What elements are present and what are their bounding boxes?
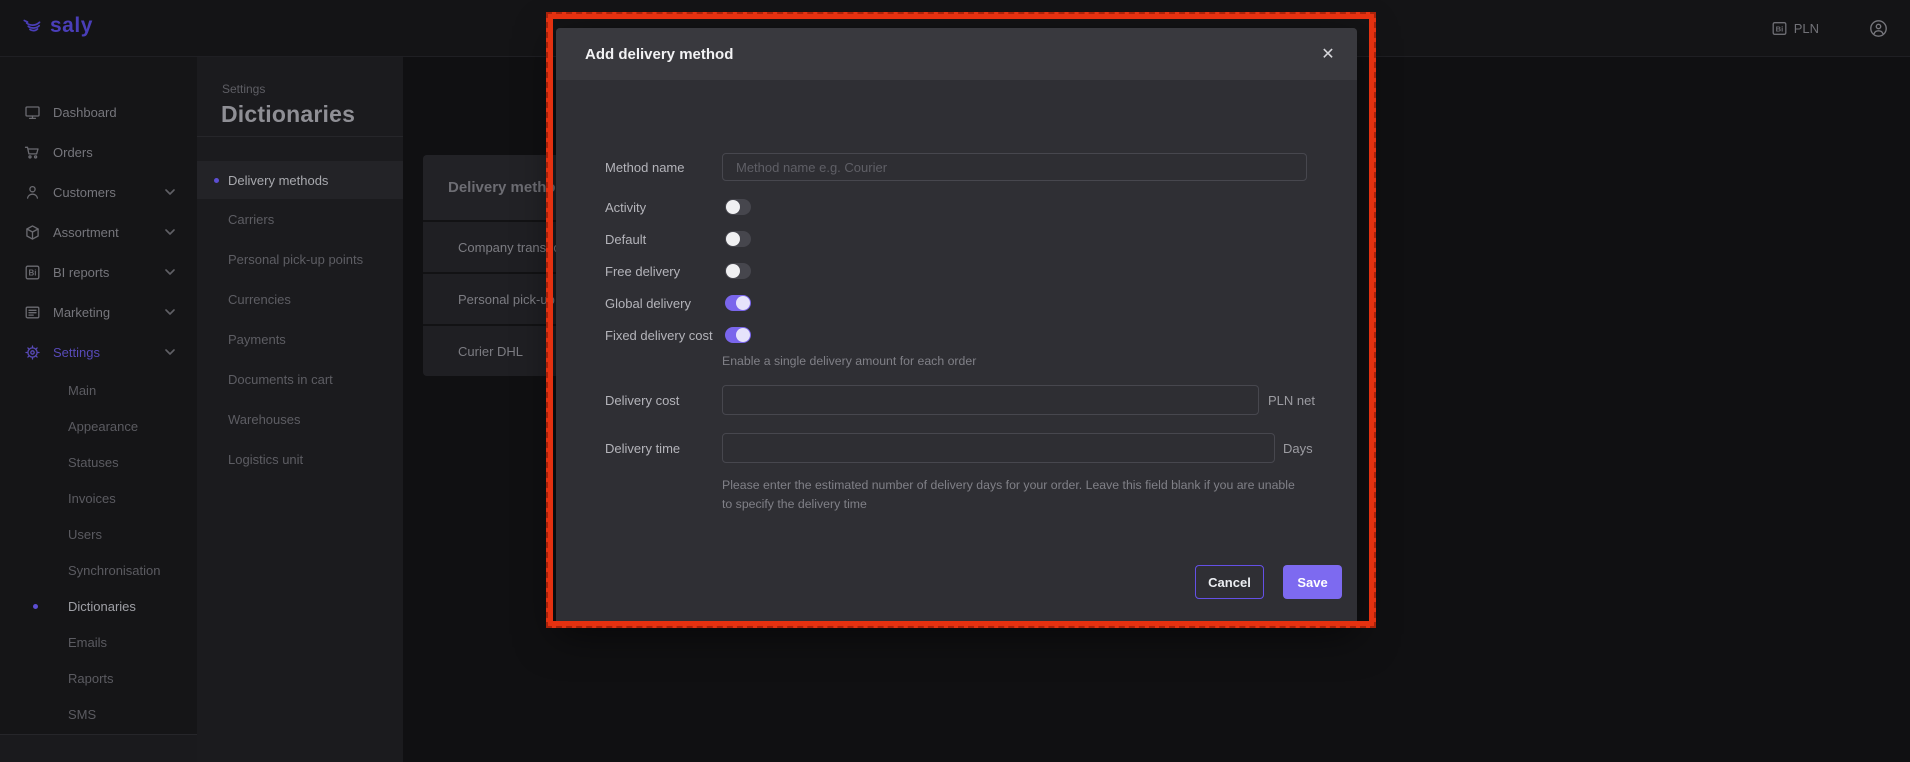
fixed-delivery-cost-toggle[interactable]: [725, 327, 751, 343]
cancel-button[interactable]: Cancel: [1195, 565, 1264, 599]
fixed-cost-hint: Enable a single delivery amount for each…: [722, 352, 976, 371]
toggle-knob: [726, 264, 740, 278]
modal-header: Add delivery method ✕: [556, 28, 1357, 80]
delivery-cost-input[interactable]: [722, 385, 1259, 415]
delivery-cost-label: Delivery cost: [605, 393, 679, 408]
toggle-knob: [726, 200, 740, 214]
toggle-label: Default: [605, 232, 646, 247]
modal-title: Add delivery method: [585, 28, 733, 80]
toggle-label: Activity: [605, 200, 646, 215]
toggle-knob: [736, 296, 750, 310]
activity-toggle[interactable]: [725, 199, 751, 215]
close-icon[interactable]: ✕: [1315, 41, 1341, 67]
toggle-knob: [736, 328, 750, 342]
toggle-label: Fixed delivery cost: [605, 328, 713, 343]
delivery-time-hint: Please enter the estimated number of del…: [722, 476, 1307, 514]
save-button[interactable]: Save: [1283, 565, 1342, 599]
delivery-time-suffix: Days: [1283, 441, 1313, 456]
delivery-time-label: Delivery time: [605, 441, 680, 456]
global-delivery-toggle[interactable]: [725, 295, 751, 311]
delivery-time-input[interactable]: [722, 433, 1275, 463]
toggle-label: Global delivery: [605, 296, 691, 311]
method-name-input[interactable]: [722, 153, 1307, 181]
toggle-knob: [726, 232, 740, 246]
free-delivery-toggle[interactable]: [725, 263, 751, 279]
default-toggle[interactable]: [725, 231, 751, 247]
delivery-cost-suffix: PLN net: [1268, 393, 1315, 408]
add-delivery-method-modal: Add delivery method ✕ Method name Activi…: [556, 28, 1357, 625]
toggle-label: Free delivery: [605, 264, 680, 279]
method-name-label: Method name: [605, 160, 685, 175]
app-root: saly Bi PLN Dashboa: [0, 0, 1910, 762]
